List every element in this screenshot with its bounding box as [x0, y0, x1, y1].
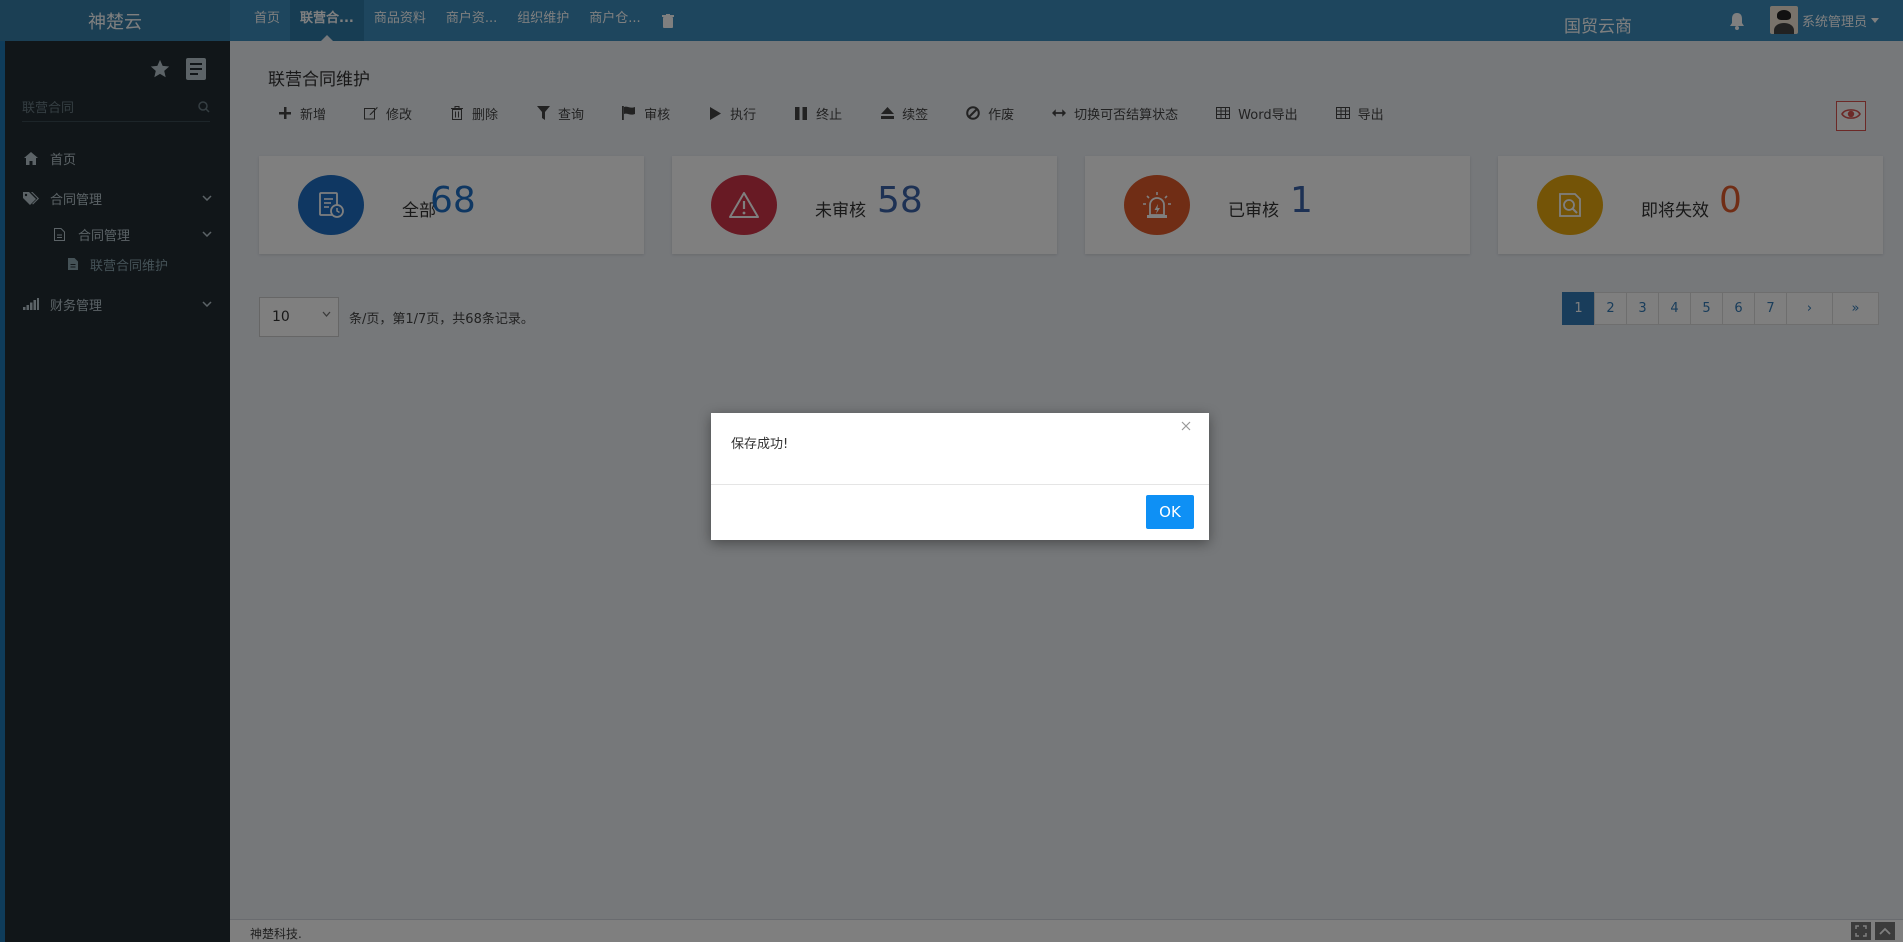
dialog-divider	[711, 484, 1209, 485]
alert-dialog: 保存成功! OK	[711, 413, 1209, 540]
dialog-message: 保存成功!	[731, 437, 789, 452]
close-icon[interactable]	[1179, 419, 1193, 433]
ok-button[interactable]: OK	[1146, 495, 1194, 529]
